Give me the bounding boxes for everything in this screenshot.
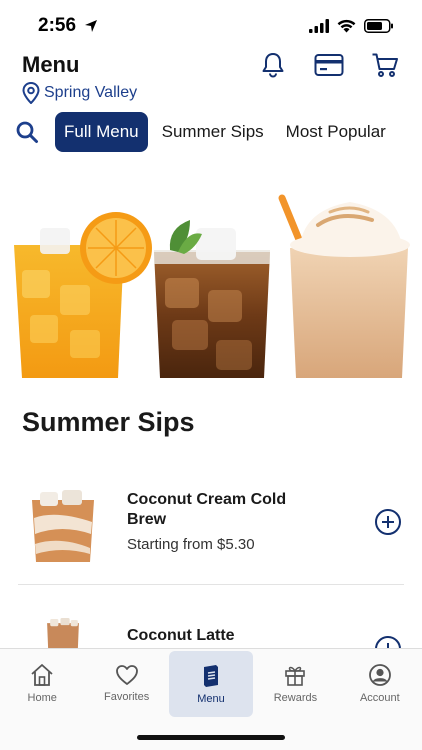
search-icon: [16, 121, 38, 143]
header-actions: [258, 50, 400, 80]
bell-icon: [262, 53, 284, 78]
cart-icon: [372, 53, 398, 77]
gift-icon: [285, 666, 306, 686]
divider: [18, 584, 404, 585]
home-indicator[interactable]: [137, 735, 285, 740]
product-price: $5.30: [217, 536, 255, 553]
add-to-order-button[interactable]: [375, 509, 401, 535]
status-bar: 2:56: [0, 0, 422, 50]
notifications-button[interactable]: [258, 50, 288, 80]
battery-icon: [364, 19, 393, 33]
status-time: 2:56: [38, 15, 77, 36]
search-button[interactable]: [13, 118, 41, 146]
status-icons: [309, 19, 394, 33]
home-icon: [31, 663, 53, 686]
nav-label: Account: [359, 691, 400, 704]
nav-label: Menu: [197, 692, 225, 705]
bottom-navigation: Home Favorites Menu Rewards Account: [0, 648, 422, 750]
nav-favorites[interactable]: Favorites: [84, 649, 168, 717]
heart-icon: [115, 664, 138, 685]
hero-drinks-image: [14, 194, 410, 378]
product-name: Coconut Latte: [127, 627, 235, 644]
payment-card-button[interactable]: [314, 50, 344, 80]
nav-account[interactable]: Account: [338, 649, 422, 717]
cold-brew-drink-illustration: [154, 220, 270, 378]
cart-button[interactable]: [370, 50, 400, 80]
nav-home[interactable]: Home: [0, 649, 84, 717]
nav-label: Home: [27, 691, 57, 704]
page-title: Menu: [22, 52, 80, 77]
nav-label: Favorites: [103, 690, 150, 703]
cellular-signal-icon: [309, 19, 329, 33]
nav-label: Rewards: [273, 691, 318, 704]
wifi-icon: [337, 19, 356, 33]
product-price-line: Starting from $5.30: [127, 536, 255, 553]
menu-book-icon: [204, 664, 219, 687]
store-location-selector[interactable]: Spring Valley: [22, 82, 137, 104]
section-title: Summer Sips: [22, 407, 195, 437]
plus-icon: [382, 516, 394, 528]
tab-most-popular[interactable]: Most Popular: [278, 112, 394, 152]
card-icon: [314, 54, 344, 76]
account-icon: [368, 663, 391, 686]
store-location-label: Spring Valley: [44, 84, 138, 101]
product-image: [32, 490, 94, 562]
menu-category-tabs: Full Menu Summer Sips Most Popular: [0, 110, 422, 154]
product-price-prefix: Starting from: [127, 536, 213, 553]
product-name: Coconut Cream Cold Brew: [127, 491, 287, 528]
nav-rewards[interactable]: Rewards: [253, 649, 337, 717]
product-item[interactable]: Coconut Cream Cold Brew Starting from $5…: [18, 488, 405, 578]
orange-drink-illustration: [14, 212, 152, 378]
cream-drink-illustration: [278, 194, 410, 378]
tab-summer-sips[interactable]: Summer Sips: [154, 112, 272, 152]
tab-full-menu[interactable]: Full Menu: [55, 112, 148, 152]
nav-menu[interactable]: Menu: [168, 651, 254, 717]
location-arrow-icon: [85, 20, 97, 32]
location-pin-icon: [22, 82, 40, 104]
